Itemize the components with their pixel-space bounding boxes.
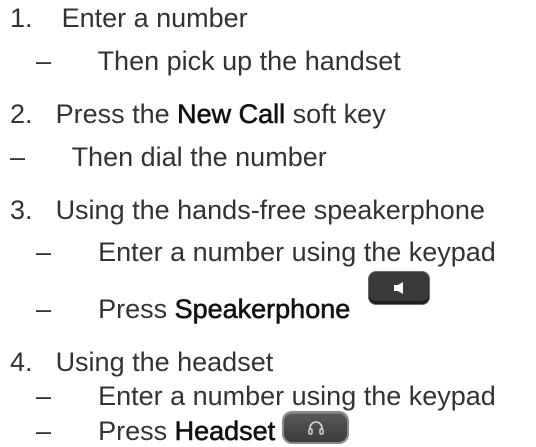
step-2-number: 2. xyxy=(10,99,33,129)
step-1-label: Enter a number xyxy=(61,3,248,33)
headset-label: Headset xyxy=(174,416,276,447)
step-2-label-pre: Press the xyxy=(55,99,178,129)
step-4-press: – Press Headset xyxy=(36,415,275,447)
headset-key xyxy=(284,413,347,442)
speaker-icon xyxy=(394,282,403,294)
dash: – xyxy=(36,416,52,446)
dash: – xyxy=(36,237,52,267)
speakerphone-label: Speakerphone xyxy=(174,294,351,325)
step-1-sub-1-text: Then pick up the handset xyxy=(97,46,401,76)
step-3-sub-1-text: Enter a number using the keypad xyxy=(98,237,496,267)
headset-icon xyxy=(307,420,324,435)
dash: – xyxy=(36,294,52,324)
dash: – xyxy=(36,46,52,76)
speakerphone-key xyxy=(369,272,429,304)
step-3-label: Using the hands-free speakerphone xyxy=(55,195,485,225)
step-4: 4. Using the headset xyxy=(10,346,273,378)
dash: – xyxy=(10,142,26,172)
step-3: 3. Using the hands-free speakerphone xyxy=(10,194,485,226)
step-3-sub-1: – Enter a number using the keypad xyxy=(36,236,496,268)
step-3-press-pre: Press xyxy=(98,294,175,324)
dash: – xyxy=(36,381,52,411)
step-2-sub-1-text: Then dial the number xyxy=(71,142,327,172)
step-4-number: 4. xyxy=(10,347,33,377)
step-3-press: – Press Speakerphone xyxy=(36,293,351,325)
step-4-press-pre: Press xyxy=(98,416,175,446)
step-4-sub-1-text: Enter a number using the keypad xyxy=(98,381,496,411)
step-4-label: Using the headset xyxy=(55,347,274,377)
step-4-sub-1: – Enter a number using the keypad xyxy=(36,380,496,412)
step-3-number: 3. xyxy=(10,195,33,225)
step-2-sub-1: – Then dial the number xyxy=(10,141,327,173)
step-1-sub-1: – Then pick up the handset xyxy=(36,45,401,77)
step-2-label-post: soft key xyxy=(285,99,386,129)
step-1: 1. Enter a number xyxy=(10,2,248,34)
step-2: 2. Press the New Call soft key xyxy=(10,98,386,130)
new-call-softkey-label: New Call xyxy=(177,99,286,130)
step-1-number: 1. xyxy=(10,3,33,33)
